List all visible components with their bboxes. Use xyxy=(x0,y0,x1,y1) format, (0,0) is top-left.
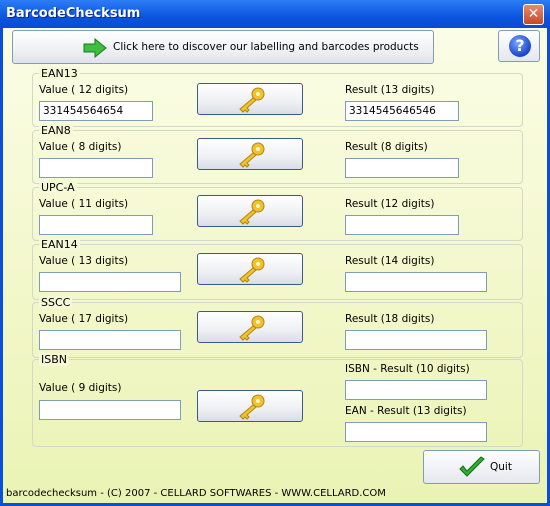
isbn-ean-result-label: EAN - Result (13 digits) xyxy=(345,405,467,417)
isbn-ean-result-input[interactable] xyxy=(345,422,487,442)
status-bar: barcodechecksum - (C) 2007 - CELLARD SOF… xyxy=(3,486,547,503)
ean13-result-input[interactable]: 3314545646546 xyxy=(345,101,459,121)
isbn-result-label: ISBN - Result (10 digits) xyxy=(345,363,470,375)
key-icon xyxy=(239,199,265,225)
ean8-result-label: Result (8 digits) xyxy=(345,141,428,153)
sscc-result-label: Result (18 digits) xyxy=(345,313,435,325)
ean8-value-input[interactable] xyxy=(39,158,153,178)
group-ean13: EAN13 Value ( 12 digits) 331454564654 Re… xyxy=(32,67,523,127)
group-legend-ean14: EAN14 xyxy=(39,238,80,251)
ean14-result-input[interactable] xyxy=(345,272,487,292)
close-button[interactable]: ✕ xyxy=(523,4,544,25)
group-isbn: ISBN Value ( 9 digits) ISBN - Result (10… xyxy=(32,353,523,447)
title-bar: BarcodeChecksum ✕ xyxy=(0,0,550,28)
banner-label: Click here to discover our labelling and… xyxy=(113,41,419,53)
group-legend-ean8: EAN8 xyxy=(39,124,73,137)
isbn-result-input[interactable] xyxy=(345,380,487,400)
ean13-result-label: Result (13 digits) xyxy=(345,84,435,96)
key-icon xyxy=(239,315,265,341)
ean13-compute-button[interactable] xyxy=(197,83,303,115)
ean8-value-label: Value ( 8 digits) xyxy=(39,141,122,153)
products-banner-button[interactable]: Click here to discover our labelling and… xyxy=(12,30,434,64)
group-legend-upca: UPC-A xyxy=(39,181,77,194)
key-icon xyxy=(239,257,265,283)
isbn-value-label: Value ( 9 digits) xyxy=(39,382,122,394)
group-legend-ean13: EAN13 xyxy=(39,67,80,80)
group-sscc: SSCC Value ( 17 digits) Result (18 digit… xyxy=(32,296,523,358)
ean8-compute-button[interactable] xyxy=(197,138,303,170)
arrow-right-icon xyxy=(83,38,107,58)
sscc-value-label: Value ( 17 digits) xyxy=(39,313,129,325)
ean13-value-input[interactable]: 331454564654 xyxy=(39,101,153,121)
key-icon xyxy=(239,87,265,113)
group-ean14: EAN14 Value ( 13 digits) Result (14 digi… xyxy=(32,238,523,300)
upca-value-input[interactable] xyxy=(39,215,153,235)
ean14-compute-button[interactable] xyxy=(197,253,303,285)
ean8-result-input[interactable] xyxy=(345,158,459,178)
client-area: Click here to discover our labelling and… xyxy=(3,28,547,503)
upca-value-label: Value ( 11 digits) xyxy=(39,198,129,210)
sscc-value-input[interactable] xyxy=(39,330,181,350)
isbn-compute-button[interactable] xyxy=(197,390,303,422)
key-icon xyxy=(239,142,265,168)
help-button[interactable]: ? xyxy=(498,30,540,62)
ean13-value-label: Value ( 12 digits) xyxy=(39,84,129,96)
group-legend-isbn: ISBN xyxy=(39,353,70,366)
quit-button[interactable]: Quit xyxy=(423,450,540,484)
ean14-value-input[interactable] xyxy=(39,272,181,292)
app-window: BarcodeChecksum ✕ Click here to discover… xyxy=(0,0,550,506)
close-icon: ✕ xyxy=(527,6,540,22)
upca-compute-button[interactable] xyxy=(197,195,303,227)
check-icon xyxy=(459,456,485,477)
key-icon xyxy=(239,394,265,420)
sscc-compute-button[interactable] xyxy=(197,311,303,343)
upca-result-input[interactable] xyxy=(345,215,459,235)
quit-label: Quit xyxy=(490,461,512,473)
help-icon: ? xyxy=(509,35,531,57)
ean14-result-label: Result (14 digits) xyxy=(345,255,435,267)
group-upca: UPC-A Value ( 11 digits) Result (12 digi… xyxy=(32,181,523,241)
isbn-value-input[interactable] xyxy=(39,400,181,420)
window-title: BarcodeChecksum xyxy=(6,6,141,21)
group-ean8: EAN8 Value ( 8 digits) Result (8 digits) xyxy=(32,124,523,184)
copyright-text: barcodechecksum - (C) 2007 - CELLARD SOF… xyxy=(6,488,386,499)
ean14-value-label: Value ( 13 digits) xyxy=(39,255,129,267)
upca-result-label: Result (12 digits) xyxy=(345,198,435,210)
sscc-result-input[interactable] xyxy=(345,330,487,350)
group-legend-sscc: SSCC xyxy=(39,296,73,309)
